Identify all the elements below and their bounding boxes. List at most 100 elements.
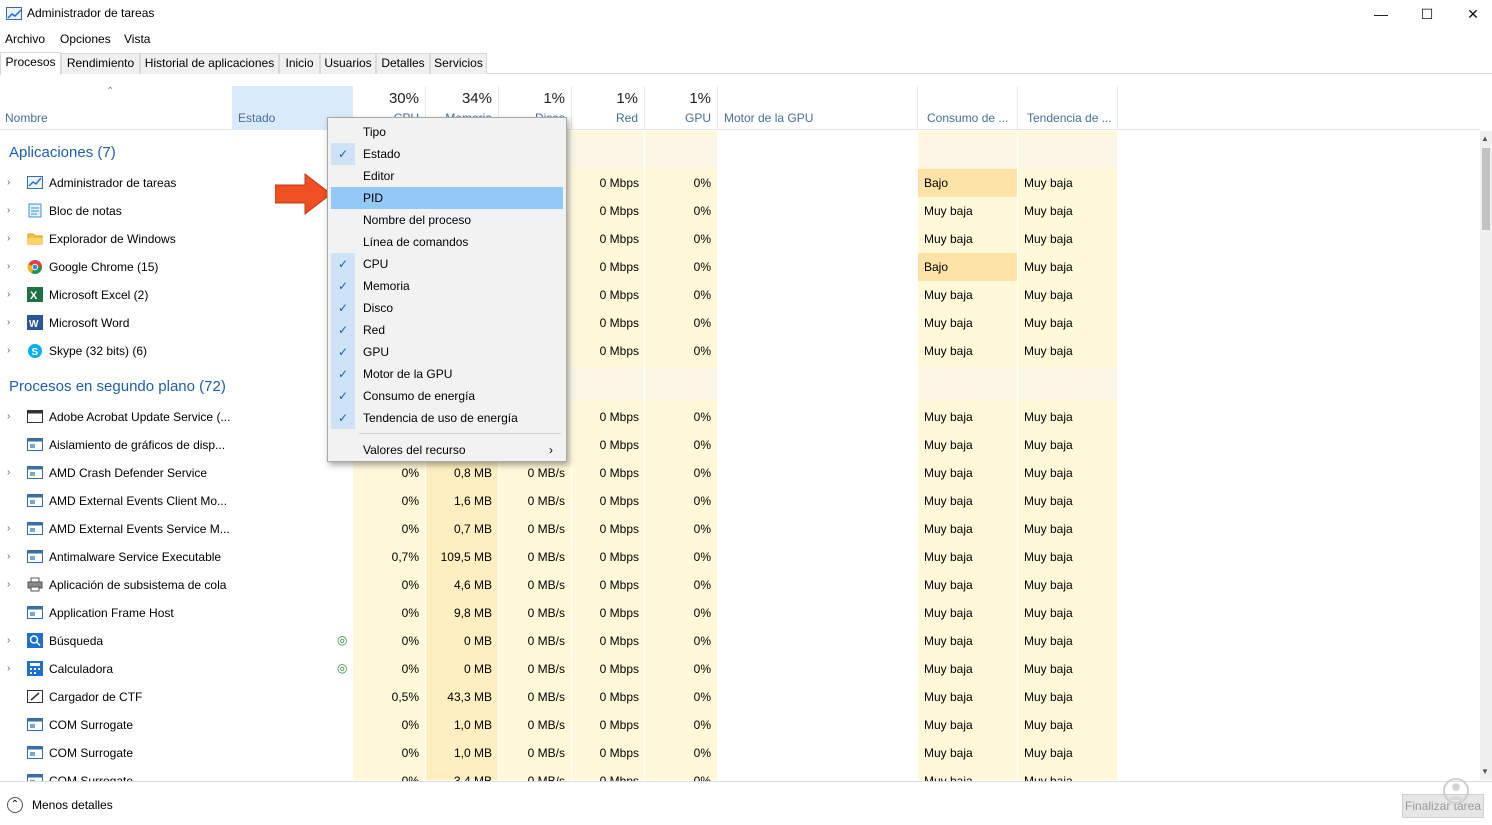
background-row[interactable]: AMD External Events Client Mo... 0% 1,6 MB… <box>0 487 1480 515</box>
background-row[interactable]: › AMD Crash Defender Service 0% 0,8 MB 0 MB/… <box>0 459 1480 487</box>
context-menu-item[interactable]: ✓ Estado <box>331 143 563 165</box>
scroll-down-icon[interactable]: ▼ <box>1481 767 1489 776</box>
header-tendencia[interactable]: Tendencia de ... <box>1018 86 1117 130</box>
background-row[interactable]: › Calculadora ◎ 0% 0 MB 0 MB/s 0 Mbps 0% Muy baj… <box>0 655 1480 683</box>
context-menu-item-label: Disco <box>363 301 394 315</box>
process-name: Google Chrome (15) <box>49 260 159 274</box>
header-gpu[interactable]: 1% GPU <box>645 86 717 130</box>
close-button[interactable]: ✕ <box>1450 0 1492 28</box>
expand-chevron-icon[interactable]: › <box>7 317 10 328</box>
header-consumo[interactable]: Consumo de ... <box>918 86 1017 130</box>
menu-vista[interactable]: Vista <box>124 32 150 46</box>
context-menu-item[interactable]: Nombre del proceso <box>331 209 563 231</box>
context-menu-item-label: Consumo de energía <box>363 389 476 403</box>
service-icon <box>27 465 43 480</box>
context-menu-item-label: Motor de la GPU <box>363 367 453 381</box>
context-menu-item[interactable]: ✓ CPU <box>331 253 563 275</box>
app-row[interactable]: › Explorador de Windows 0 Mbps 0% Muy baja Mu… <box>0 225 1480 253</box>
power-cell: Muy baja <box>924 410 973 424</box>
background-row[interactable]: COM Surrogate 0% 1,0 MB 0 MB/s 0 Mbps 0% Muy b… <box>0 739 1480 767</box>
expand-chevron-icon[interactable]: › <box>7 289 10 300</box>
network-cell: 0 Mbps <box>599 176 639 190</box>
header-net-percent: 1% <box>616 90 638 107</box>
expand-chevron-icon[interactable]: › <box>7 635 10 646</box>
tab-rendimiento[interactable]: Rendimiento <box>61 53 140 74</box>
expand-chevron-icon[interactable]: › <box>7 261 10 272</box>
header-cpu-percent: 30% <box>388 90 419 107</box>
app-row[interactable]: › Bloc de notas 0 Mbps 0% Muy baja Muy baja <box>0 197 1480 225</box>
gpu-cell: 0% <box>693 606 711 620</box>
tab-historial[interactable]: Historial de aplicaciones <box>140 53 279 74</box>
expand-chevron-icon[interactable]: › <box>7 551 10 562</box>
background-row[interactable]: Aislamiento de gráficos de disp... 0 Mbps… <box>0 431 1480 459</box>
expand-chevron-icon[interactable]: › <box>7 663 10 674</box>
scroll-up-icon[interactable]: ▲ <box>1481 134 1489 143</box>
expand-chevron-icon[interactable]: › <box>7 467 10 478</box>
expand-chevron-icon[interactable]: › <box>7 523 10 534</box>
background-row[interactable]: Application Frame Host 0% 9,8 MB 0 MB/s 0 Mb… <box>0 599 1480 627</box>
background-row[interactable]: COM Surrogate 0% 1,0 MB 0 MB/s 0 Mbps 0% Muy b… <box>0 711 1480 739</box>
expand-chevron-icon[interactable]: › <box>7 411 10 422</box>
background-row[interactable]: › Antimalware Service Executable 0,7% 109,5… <box>0 543 1480 571</box>
context-menu-item[interactable]: ✓ Disco <box>331 297 563 319</box>
background-row[interactable]: › Búsqueda ◎ 0% 0 MB 0 MB/s 0 Mbps 0% Muy baja Mu… <box>0 627 1480 655</box>
process-name: Skype (32 bits) (6) <box>49 344 148 358</box>
tab-usuarios[interactable]: Usuarios <box>320 53 376 74</box>
tab-detalles[interactable]: Detalles <box>376 53 430 74</box>
header-red[interactable]: 1% Red <box>572 86 644 130</box>
background-row[interactable]: › AMD External Events Service M... 0% 0,7 M… <box>0 515 1480 543</box>
background-row[interactable]: › Adobe Acrobat Update Service (... 0 Mbps… <box>0 403 1480 431</box>
process-name: AMD External Events Client Mo... <box>49 494 228 508</box>
expand-chevron-icon[interactable]: › <box>7 205 10 216</box>
header-motor-gpu[interactable]: Motor de la GPU <box>718 86 917 130</box>
expand-chevron-icon[interactable]: › <box>7 345 10 356</box>
background-row[interactable]: Cargador de CTF 0,5% 43,3 MB 0 MB/s 0 Mbps 0%… <box>0 683 1480 711</box>
context-menu-item[interactable]: ✓ Red <box>331 319 563 341</box>
expand-chevron-icon[interactable]: › <box>7 177 10 188</box>
tab-inicio[interactable]: Inicio <box>279 53 320 74</box>
tab-procesos[interactable]: Procesos <box>0 52 61 75</box>
expand-chevron-icon[interactable]: › <box>7 579 10 590</box>
power-trend-cell: Muy baja <box>1024 410 1073 424</box>
header-divider <box>717 86 718 130</box>
context-menu-submenu[interactable]: Valores del recurso › <box>331 439 563 461</box>
expand-chevron-icon[interactable]: › <box>7 233 10 244</box>
less-details-link[interactable]: Menos detalles <box>32 798 113 812</box>
group-title-background[interactable]: Procesos en segundo plano (72) <box>9 378 226 395</box>
menu-opciones[interactable]: Opciones <box>60 32 111 46</box>
power-cell: Bajo <box>918 169 1017 197</box>
header-nombre[interactable]: Nombre <box>0 86 232 130</box>
maximize-button[interactable]: ☐ <box>1404 0 1450 28</box>
app-row[interactable]: › X Microsoft Excel (2) 0 Mbps 0% Muy baja Muy… <box>0 281 1480 309</box>
service-icon <box>27 437 43 452</box>
context-menu-item[interactable]: ✓ GPU <box>331 341 563 363</box>
power-cell: Muy baja <box>924 522 973 536</box>
group-title-apps[interactable]: Aplicaciones (7) <box>9 144 116 161</box>
app-row[interactable]: › W Microsoft Word 0 Mbps 0% Muy baja Muy baja <box>0 309 1480 337</box>
chevron-up-icon[interactable]: ⌃ <box>7 797 23 813</box>
context-menu-item[interactable]: Editor <box>331 165 563 187</box>
context-menu-item[interactable]: ✓ Tendencia de uso de energía <box>331 407 563 429</box>
header-divider <box>917 86 918 130</box>
context-menu-item[interactable]: ✓ Motor de la GPU <box>331 363 563 385</box>
context-menu-item[interactable]: Línea de comandos <box>331 231 563 253</box>
header-trend-label: Tendencia de ... <box>1027 111 1112 125</box>
scrollbar-thumb[interactable] <box>1482 148 1490 230</box>
context-menu-item[interactable]: PID <box>331 187 563 209</box>
tab-servicios[interactable]: Servicios <box>430 53 487 74</box>
disk-cell: 0 MB/s <box>527 578 565 592</box>
app-row[interactable]: › Google Chrome (15) 0 Mbps 0% Bajo Muy baja <box>0 253 1480 281</box>
app-row[interactable]: › Administrador de tareas 0 Mbps 0% Bajo Muy … <box>0 169 1480 197</box>
context-menu-item[interactable]: ✓ Memoria <box>331 275 563 297</box>
power-cell: Muy baja <box>924 578 973 592</box>
background-row[interactable]: › Aplicación de subsistema de cola 0% 4,6 M… <box>0 571 1480 599</box>
power-trend-cell: Muy baja <box>1024 204 1073 218</box>
notepad-icon <box>27 203 43 218</box>
context-menu-item[interactable]: ✓ Consumo de energía <box>331 385 563 407</box>
context-menu-item[interactable]: Tipo <box>331 121 563 143</box>
gpu-cell: 0% <box>693 550 711 564</box>
menu-archivo[interactable]: Archivo <box>5 32 45 46</box>
minimize-button[interactable]: — <box>1358 0 1404 28</box>
excel-icon: X <box>27 287 43 302</box>
app-row[interactable]: › S Skype (32 bits) (6) 0 Mbps 0% Muy baja Muy… <box>0 337 1480 365</box>
